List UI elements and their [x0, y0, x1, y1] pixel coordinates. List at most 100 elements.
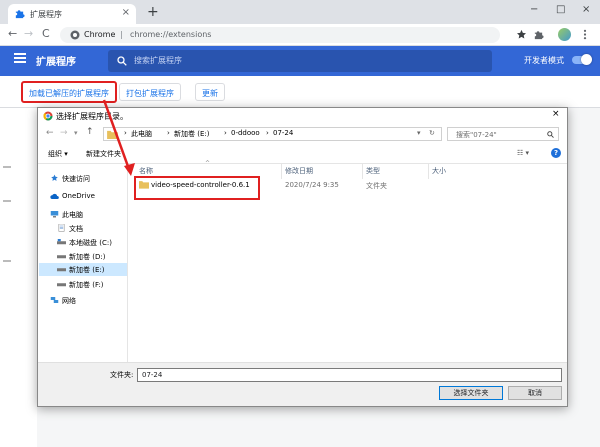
folder-icon: [107, 130, 118, 139]
sort-indicator-icon: ^: [205, 160, 211, 167]
update-button[interactable]: 更新: [195, 83, 225, 101]
search-placeholder: 搜索"07-24": [456, 131, 497, 139]
new-tab-button[interactable]: +: [147, 5, 159, 19]
drive-icon: [57, 268, 66, 272]
nav-network[interactable]: 网络: [50, 294, 128, 307]
folder-value: 07-24: [142, 371, 163, 379]
breadcrumb-item[interactable]: 07-24: [273, 129, 293, 137]
file-name: video-speed-controller-0.6.1: [151, 181, 250, 189]
page-left-area: [0, 108, 37, 447]
cloud-icon: [50, 193, 59, 199]
network-icon: [50, 297, 59, 303]
nav-label: 网络: [62, 297, 76, 305]
select-folder-button[interactable]: 选择文件夹: [439, 386, 503, 400]
star-icon[interactable]: [516, 29, 527, 40]
column-header-name[interactable]: 名称: [139, 166, 153, 176]
computer-icon: [50, 211, 59, 218]
tab-close-icon[interactable]: ×: [122, 7, 130, 18]
breadcrumb-item[interactable]: 此电脑: [131, 129, 152, 139]
breadcrumb-sep: ›: [266, 129, 269, 137]
tab-extensions[interactable]: 扩展程序 ×: [8, 4, 136, 24]
drive-icon: [57, 283, 66, 287]
breadcrumb-sep: ›: [124, 129, 127, 137]
nav-label: 本地磁盘 (C:): [69, 239, 112, 247]
nav-drive-c[interactable]: 本地磁盘 (C:): [57, 236, 128, 249]
new-folder-button[interactable]: 新建文件夹: [86, 149, 121, 159]
avatar[interactable]: [558, 28, 571, 41]
load-unpacked-button[interactable]: 加载已解压的扩展程序: [21, 81, 117, 103]
dialog-titlebar: 选择扩展程序目录。: [38, 108, 567, 124]
recent-locations-icon[interactable]: ▾: [74, 129, 78, 137]
developer-mode-toggle[interactable]: [572, 54, 592, 65]
page-fragment: [3, 260, 11, 262]
page-fragment: [3, 200, 11, 202]
minimize-icon[interactable]: −: [530, 4, 538, 15]
nav-quick-access[interactable]: 快速访问: [50, 172, 128, 185]
search-placeholder: 搜索扩展程序: [134, 56, 182, 65]
kebab-menu-icon[interactable]: [582, 29, 588, 40]
help-icon[interactable]: ?: [551, 148, 561, 158]
chrome-icon: [43, 111, 53, 121]
url-path: chrome://extensions: [130, 30, 212, 39]
forward-icon[interactable]: →: [24, 27, 33, 41]
maximize-icon[interactable]: □: [556, 4, 565, 15]
puzzle-icon: [15, 10, 25, 19]
menu-icon[interactable]: [14, 53, 26, 63]
column-header-size[interactable]: 大小: [432, 166, 446, 176]
view-options-icon[interactable]: ☷ ▾: [517, 149, 529, 157]
page-fragment: [3, 166, 11, 168]
dialog-close-icon[interactable]: ×: [552, 109, 560, 119]
cancel-button[interactable]: 取消: [508, 386, 562, 400]
nav-label: 快速访问: [62, 175, 90, 183]
tab-title: 扩展程序: [30, 10, 62, 19]
puzzle-icon[interactable]: [533, 29, 544, 40]
column-header-date[interactable]: 修改日期: [285, 166, 313, 176]
column-divider: [428, 164, 429, 179]
close-window-icon[interactable]: ×: [582, 4, 590, 15]
nav-label: 此电脑: [62, 211, 83, 219]
file-type: 文件夹: [366, 182, 387, 190]
address-bar[interactable]: Chrome | chrome://extensions: [60, 27, 500, 43]
nav-label: 新加卷 (E:): [69, 266, 105, 274]
nav-label: OneDrive: [62, 192, 95, 200]
star-icon: [51, 174, 58, 181]
breadcrumb-item[interactable]: 新加卷 (E:): [174, 129, 209, 139]
path-bar[interactable]: › 此电脑 › 新加卷 (E:) › 0-ddooo › 07-24 ▾ ↻: [103, 127, 442, 141]
nav-documents[interactable]: 文档: [57, 222, 128, 235]
breadcrumb-sep: ›: [167, 129, 170, 137]
file-date: 2020/7/24 9:35: [285, 181, 339, 189]
folder-label: 文件夹:: [110, 371, 134, 379]
developer-mode-label: 开发者模式: [524, 56, 564, 65]
nav-this-pc[interactable]: 此电脑: [50, 208, 128, 221]
column-divider: [281, 164, 282, 179]
nav-drive-f[interactable]: 新加卷 (F:): [57, 278, 128, 291]
reload-icon[interactable]: C: [42, 27, 50, 41]
refresh-icon[interactable]: ↻: [429, 129, 435, 137]
forward-icon[interactable]: →: [60, 128, 68, 138]
up-icon[interactable]: ↑: [86, 127, 94, 137]
nav-drive-e[interactable]: 新加卷 (E:): [39, 263, 127, 276]
chrome-icon: [70, 30, 80, 40]
nav-onedrive[interactable]: OneDrive: [50, 190, 128, 203]
nav-label: 新加卷 (D:): [69, 253, 106, 261]
organize-menu[interactable]: 组织 ▾: [48, 149, 68, 159]
pack-extension-button[interactable]: 打包扩展程序: [119, 83, 181, 101]
breadcrumb-item[interactable]: 0-ddooo: [231, 129, 260, 137]
dialog-title: 选择扩展程序目录。: [56, 112, 128, 121]
folder-input[interactable]: 07-24: [137, 368, 562, 382]
folder-search-input[interactable]: 搜索"07-24": [447, 127, 559, 141]
nav-drive-d[interactable]: 新加卷 (D:): [57, 250, 128, 263]
search-icon: [117, 56, 127, 66]
back-icon[interactable]: ←: [46, 128, 54, 138]
column-divider: [362, 164, 363, 179]
extension-search-input[interactable]: 搜索扩展程序: [108, 50, 492, 72]
dropdown-icon[interactable]: ▾: [417, 129, 421, 137]
back-icon[interactable]: ←: [8, 27, 17, 41]
folder-icon: [139, 181, 149, 189]
breadcrumb-sep: ›: [224, 129, 227, 137]
drive-icon: [57, 255, 66, 259]
url-separator: |: [120, 30, 123, 39]
document-icon: [58, 224, 65, 232]
nav-label: 文档: [69, 225, 83, 233]
column-header-type[interactable]: 类型: [366, 166, 380, 176]
